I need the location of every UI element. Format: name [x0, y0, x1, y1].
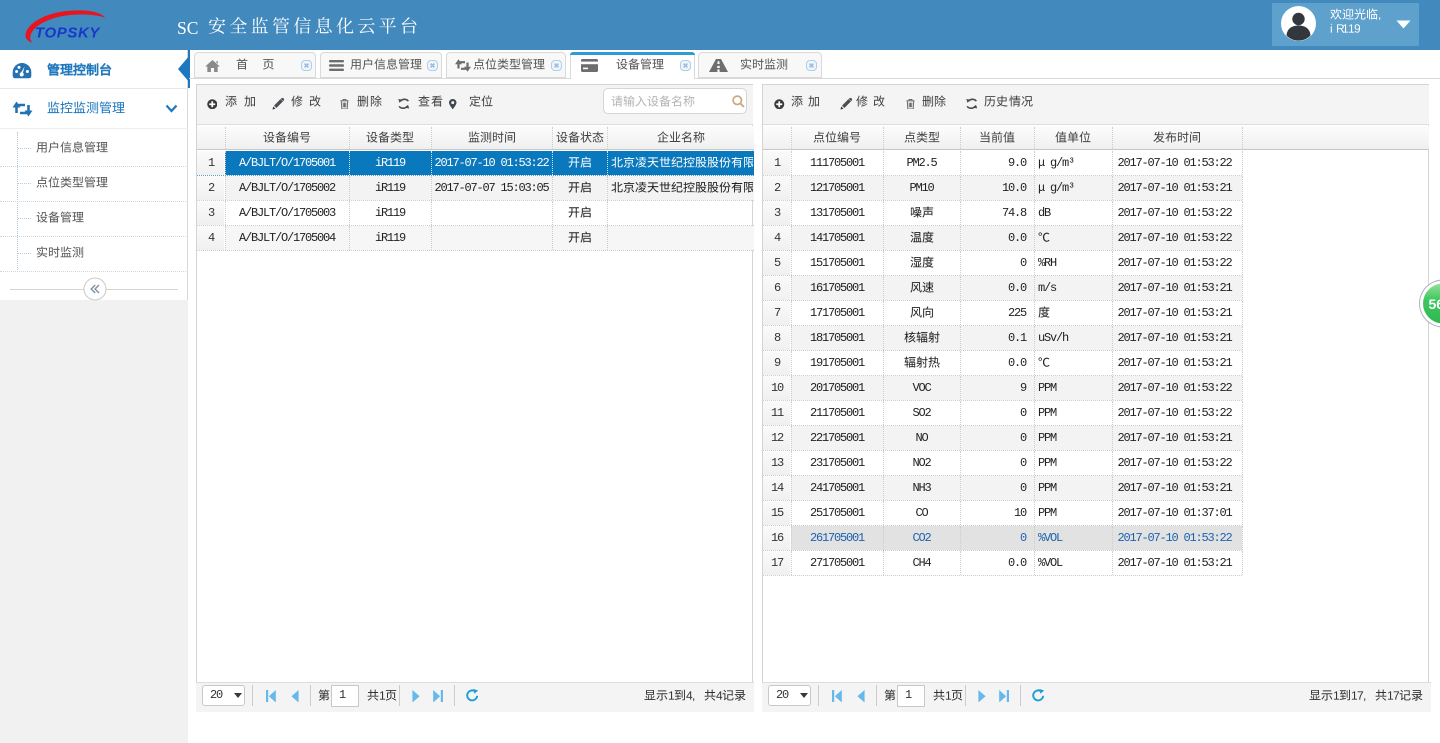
svg-text:TOPSKY: TOPSKY	[35, 25, 101, 42]
svg-text:56: 56	[1429, 296, 1440, 312]
